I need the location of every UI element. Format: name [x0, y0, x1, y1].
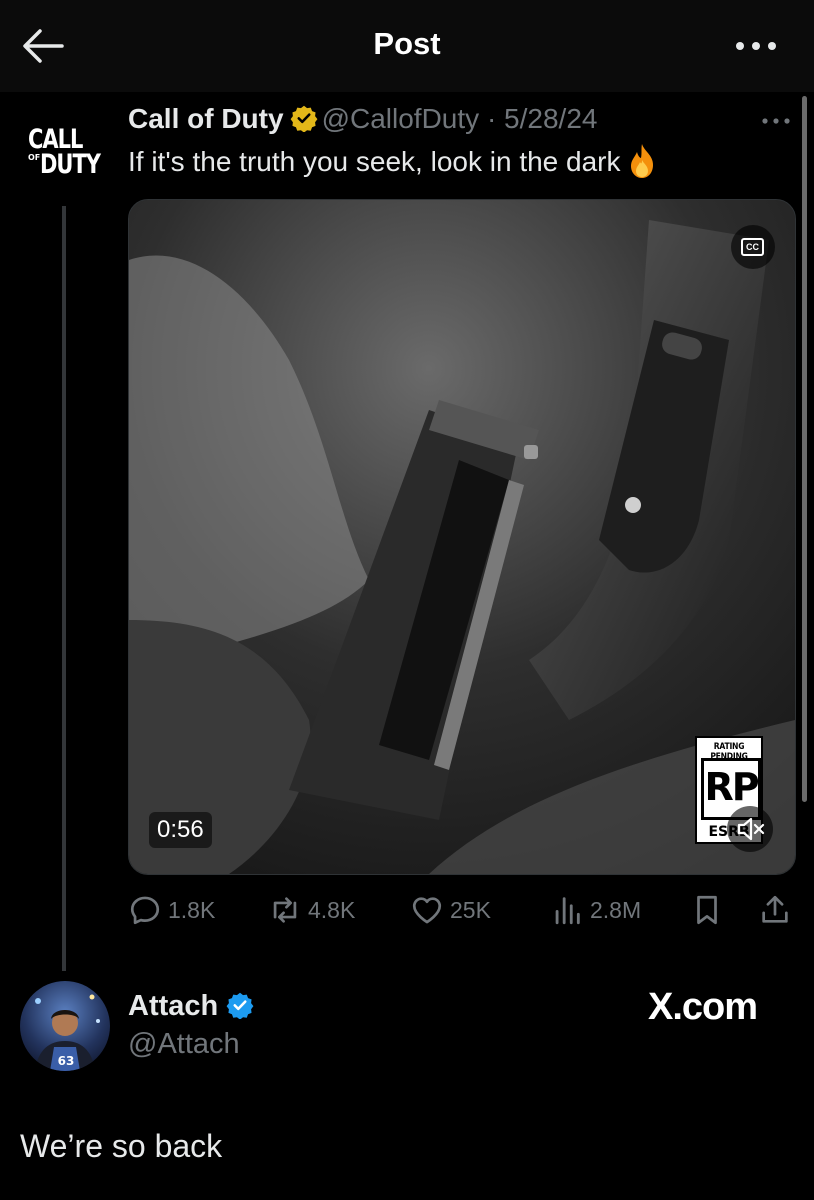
reply-author-row: Attach: [128, 990, 254, 1023]
logo-text-of: OF: [28, 153, 41, 162]
bookmark-icon: [697, 895, 717, 925]
reply-icon: [130, 896, 160, 925]
meta-separator: ·: [486, 103, 497, 134]
share-icon: [762, 895, 788, 923]
post-actions: 1.8K 4.8K 25K 2.8M: [128, 890, 794, 930]
avatar[interactable]: 63: [20, 981, 110, 1071]
top-bar: Post: [0, 0, 814, 92]
bookmark-button[interactable]: [690, 890, 730, 930]
cc-icon: CC: [741, 238, 764, 256]
author-handle[interactable]: @CallofDuty: [322, 103, 480, 134]
scrollbar[interactable]: [802, 96, 807, 802]
svg-text:63: 63: [58, 1054, 75, 1068]
repost-icon: [273, 897, 297, 923]
attach-avatar-photo: 63: [20, 981, 110, 1071]
post-date[interactable]: 5/28/24: [504, 103, 597, 134]
post-text: If it's the truth you seek, look in the …: [128, 143, 657, 179]
post-more-icon[interactable]: [760, 116, 792, 126]
muted-speaker-icon: [737, 817, 765, 841]
video-player[interactable]: CC RATING PENDING RP ESRB 0:56: [128, 199, 796, 875]
repost-button[interactable]: 4.8K: [268, 890, 355, 930]
share-button[interactable]: [758, 890, 798, 930]
mute-button[interactable]: [727, 806, 773, 852]
author-name[interactable]: Call of Duty: [128, 103, 284, 134]
fire-icon: [630, 144, 653, 178]
views-chart-icon: [555, 897, 580, 925]
like-button[interactable]: 25K: [410, 890, 491, 930]
reply-button[interactable]: 1.8K: [128, 890, 215, 930]
thread-line: [62, 206, 66, 971]
repost-count: 4.8K: [308, 896, 356, 923]
page-title: Post: [373, 26, 441, 61]
post-header: Call of Duty @CallofDuty · 5/28/24: [128, 103, 597, 135]
like-count: 25K: [450, 896, 491, 923]
blue-verified-badge-icon[interactable]: [226, 991, 254, 1019]
x-com-watermark: X.com: [648, 986, 758, 1028]
views-count: 2.8M: [590, 896, 642, 923]
reply-count: 1.8K: [168, 896, 216, 923]
reply-author-handle[interactable]: @Attach: [128, 1028, 240, 1061]
reply-author-name[interactable]: Attach: [128, 990, 218, 1022]
logo-text-duty: DUTY: [40, 149, 101, 179]
call-of-duty-avatar[interactable]: CALL OF DUTY: [24, 124, 104, 180]
captions-button[interactable]: CC: [731, 225, 775, 269]
more-horizontal-icon[interactable]: [734, 38, 778, 54]
post-text-content: If it's the truth you seek, look in the …: [128, 146, 621, 177]
views-button[interactable]: 2.8M: [550, 890, 641, 930]
video-duration: 0:56: [149, 812, 212, 848]
heart-icon: [412, 897, 442, 924]
reply-text: We’re so back: [20, 1128, 223, 1164]
gold-verified-badge-icon[interactable]: [290, 104, 318, 132]
